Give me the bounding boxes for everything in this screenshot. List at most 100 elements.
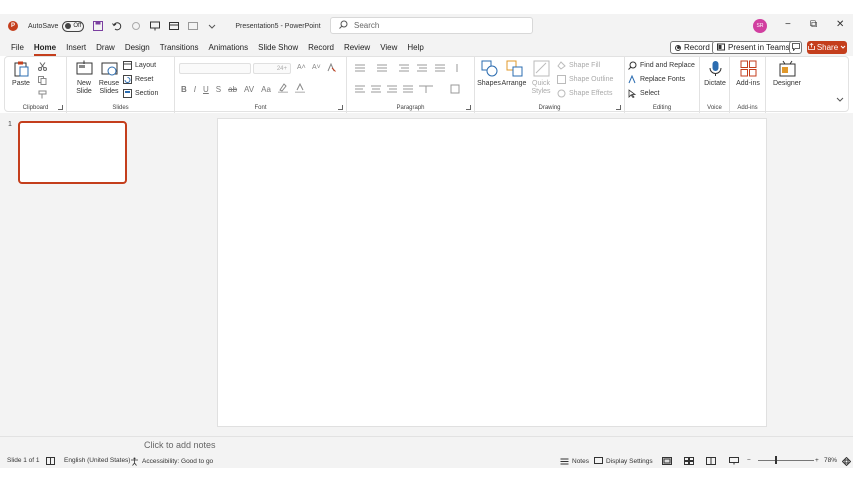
- new-slide-quick-icon[interactable]: [168, 21, 179, 32]
- addins-button[interactable]: Add-ins: [733, 60, 763, 88]
- designer-button[interactable]: Designer: [770, 60, 804, 88]
- display-settings-button[interactable]: Display Settings: [594, 457, 653, 465]
- reset-button[interactable]: Reset: [123, 75, 153, 84]
- close-icon[interactable]: ✕: [836, 19, 844, 30]
- slideshow-view-icon[interactable]: [729, 457, 739, 465]
- clear-formatting-icon[interactable]: [327, 63, 336, 72]
- underline-button[interactable]: U: [203, 85, 209, 94]
- clipboard-launcher-icon[interactable]: [58, 105, 63, 110]
- arrange-button[interactable]: Arrange: [501, 60, 527, 88]
- reuse-slides-button[interactable]: Reuse Slides: [97, 60, 121, 96]
- slide-thumbnail[interactable]: [18, 121, 127, 184]
- quick-styles-button[interactable]: Quick Styles: [529, 60, 553, 96]
- tab-record[interactable]: Record: [308, 43, 334, 52]
- layout-button[interactable]: Layout: [123, 61, 156, 70]
- collapse-ribbon-icon[interactable]: [836, 96, 844, 105]
- zoom-level[interactable]: 78%: [824, 457, 837, 464]
- zoom-out-button[interactable]: −: [747, 457, 751, 464]
- shape-fill-label: Shape Fill: [569, 62, 601, 69]
- find-replace-button[interactable]: Find and Replace: [628, 61, 695, 70]
- notes-pane[interactable]: Click to add notes: [0, 436, 853, 453]
- from-beginning-icon[interactable]: [187, 21, 198, 32]
- share-button[interactable]: Share: [807, 41, 847, 54]
- reading-view-icon[interactable]: [706, 457, 716, 465]
- font-size-box[interactable]: 24+: [253, 63, 291, 74]
- reset-icon: [123, 75, 132, 84]
- paragraph-launcher-icon[interactable]: [466, 105, 471, 110]
- paste-button[interactable]: Paste: [11, 60, 31, 88]
- highlight-color-icon[interactable]: [277, 83, 288, 95]
- undo-icon[interactable]: [111, 21, 122, 32]
- voice-group-label: Voice: [707, 105, 722, 111]
- shrink-font-button[interactable]: A˅: [312, 64, 321, 71]
- microphone-icon: [709, 61, 721, 76]
- new-slide-button[interactable]: New Slide: [71, 60, 97, 96]
- present-in-teams-button[interactable]: Present in Teams: [712, 41, 795, 54]
- search-input[interactable]: Search: [330, 17, 533, 34]
- copy-icon[interactable]: [38, 76, 47, 85]
- tab-help[interactable]: Help: [407, 43, 423, 52]
- minimize-icon[interactable]: −: [785, 19, 791, 30]
- present-from-beginning-icon[interactable]: [149, 21, 160, 32]
- change-case-button[interactable]: Aa: [261, 85, 271, 94]
- italic-button[interactable]: I: [194, 85, 196, 94]
- cut-icon[interactable]: [38, 62, 47, 71]
- drawing-group: Shapes Arrange Quick Styles Shape Fill S…: [475, 57, 625, 113]
- format-painter-icon[interactable]: [38, 90, 47, 99]
- tab-animations[interactable]: Animations: [209, 43, 249, 52]
- slide-sorter-icon[interactable]: [684, 457, 694, 465]
- replace-fonts-button[interactable]: Replace Fonts: [628, 75, 685, 84]
- zoom-slider-thumb[interactable]: [775, 456, 777, 464]
- shape-effects-button[interactable]: Shape Effects: [557, 89, 612, 98]
- font-color-icon[interactable]: [294, 82, 305, 95]
- tab-view[interactable]: View: [380, 43, 397, 52]
- language-status[interactable]: English (United States): [64, 457, 130, 464]
- new-slide-icon: [76, 60, 92, 75]
- redo-icon[interactable]: [130, 21, 141, 32]
- restore-icon[interactable]: ⧉: [810, 19, 817, 30]
- shapes-button[interactable]: Shapes: [477, 60, 501, 88]
- save-icon[interactable]: [92, 21, 103, 32]
- drawing-launcher-icon[interactable]: [616, 105, 621, 110]
- select-label: Select: [640, 90, 660, 97]
- tab-file[interactable]: File: [11, 43, 24, 52]
- shape-fill-button[interactable]: Shape Fill: [557, 61, 600, 70]
- voice-group: Dictate Voice: [700, 57, 730, 113]
- section-button[interactable]: Section: [123, 89, 158, 98]
- autosave-toggle[interactable]: Off: [62, 20, 85, 32]
- normal-view-icon[interactable]: [662, 457, 672, 465]
- autosave-state: Off: [73, 23, 82, 29]
- slide-canvas[interactable]: [217, 118, 767, 427]
- strikethrough-button[interactable]: ab: [228, 85, 237, 94]
- bold-button[interactable]: B: [181, 85, 187, 94]
- record-button[interactable]: Record: [670, 41, 715, 54]
- slide-thumbnail-number: 1: [8, 121, 12, 128]
- tab-draw[interactable]: Draw: [96, 43, 115, 52]
- customize-qat-icon[interactable]: [206, 21, 217, 32]
- paragraph-bottom-row-icons[interactable]: [353, 84, 465, 94]
- fit-slide-icon[interactable]: [842, 457, 851, 466]
- paragraph-top-row-icons[interactable]: [353, 63, 465, 73]
- tab-slide-show[interactable]: Slide Show: [258, 43, 298, 52]
- shape-outline-button[interactable]: Shape Outline: [557, 75, 613, 84]
- dictate-button[interactable]: Dictate: [702, 60, 728, 88]
- zoom-slider-track[interactable]: [758, 460, 814, 461]
- notes-button[interactable]: Notes: [560, 457, 589, 465]
- tab-design[interactable]: Design: [125, 43, 150, 52]
- accessibility-status[interactable]: Accessibility: Good to go: [130, 457, 213, 466]
- tab-home[interactable]: Home: [33, 43, 57, 56]
- zoom-in-button[interactable]: +: [815, 457, 819, 464]
- font-launcher-icon[interactable]: [338, 105, 343, 110]
- user-avatar[interactable]: SR: [753, 19, 767, 33]
- text-shadow-button[interactable]: S: [216, 85, 221, 94]
- tab-review[interactable]: Review: [344, 43, 370, 52]
- tab-insert[interactable]: Insert: [66, 43, 86, 52]
- comments-button[interactable]: [789, 41, 802, 54]
- select-button[interactable]: Select: [628, 89, 659, 98]
- font-name-box[interactable]: [179, 63, 251, 74]
- tab-transitions[interactable]: Transitions: [160, 43, 199, 52]
- grow-font-button[interactable]: A˄: [297, 64, 306, 71]
- character-spacing-button[interactable]: AV: [244, 85, 254, 94]
- spelling-icon[interactable]: [46, 457, 55, 465]
- arrange-icon: [506, 60, 522, 77]
